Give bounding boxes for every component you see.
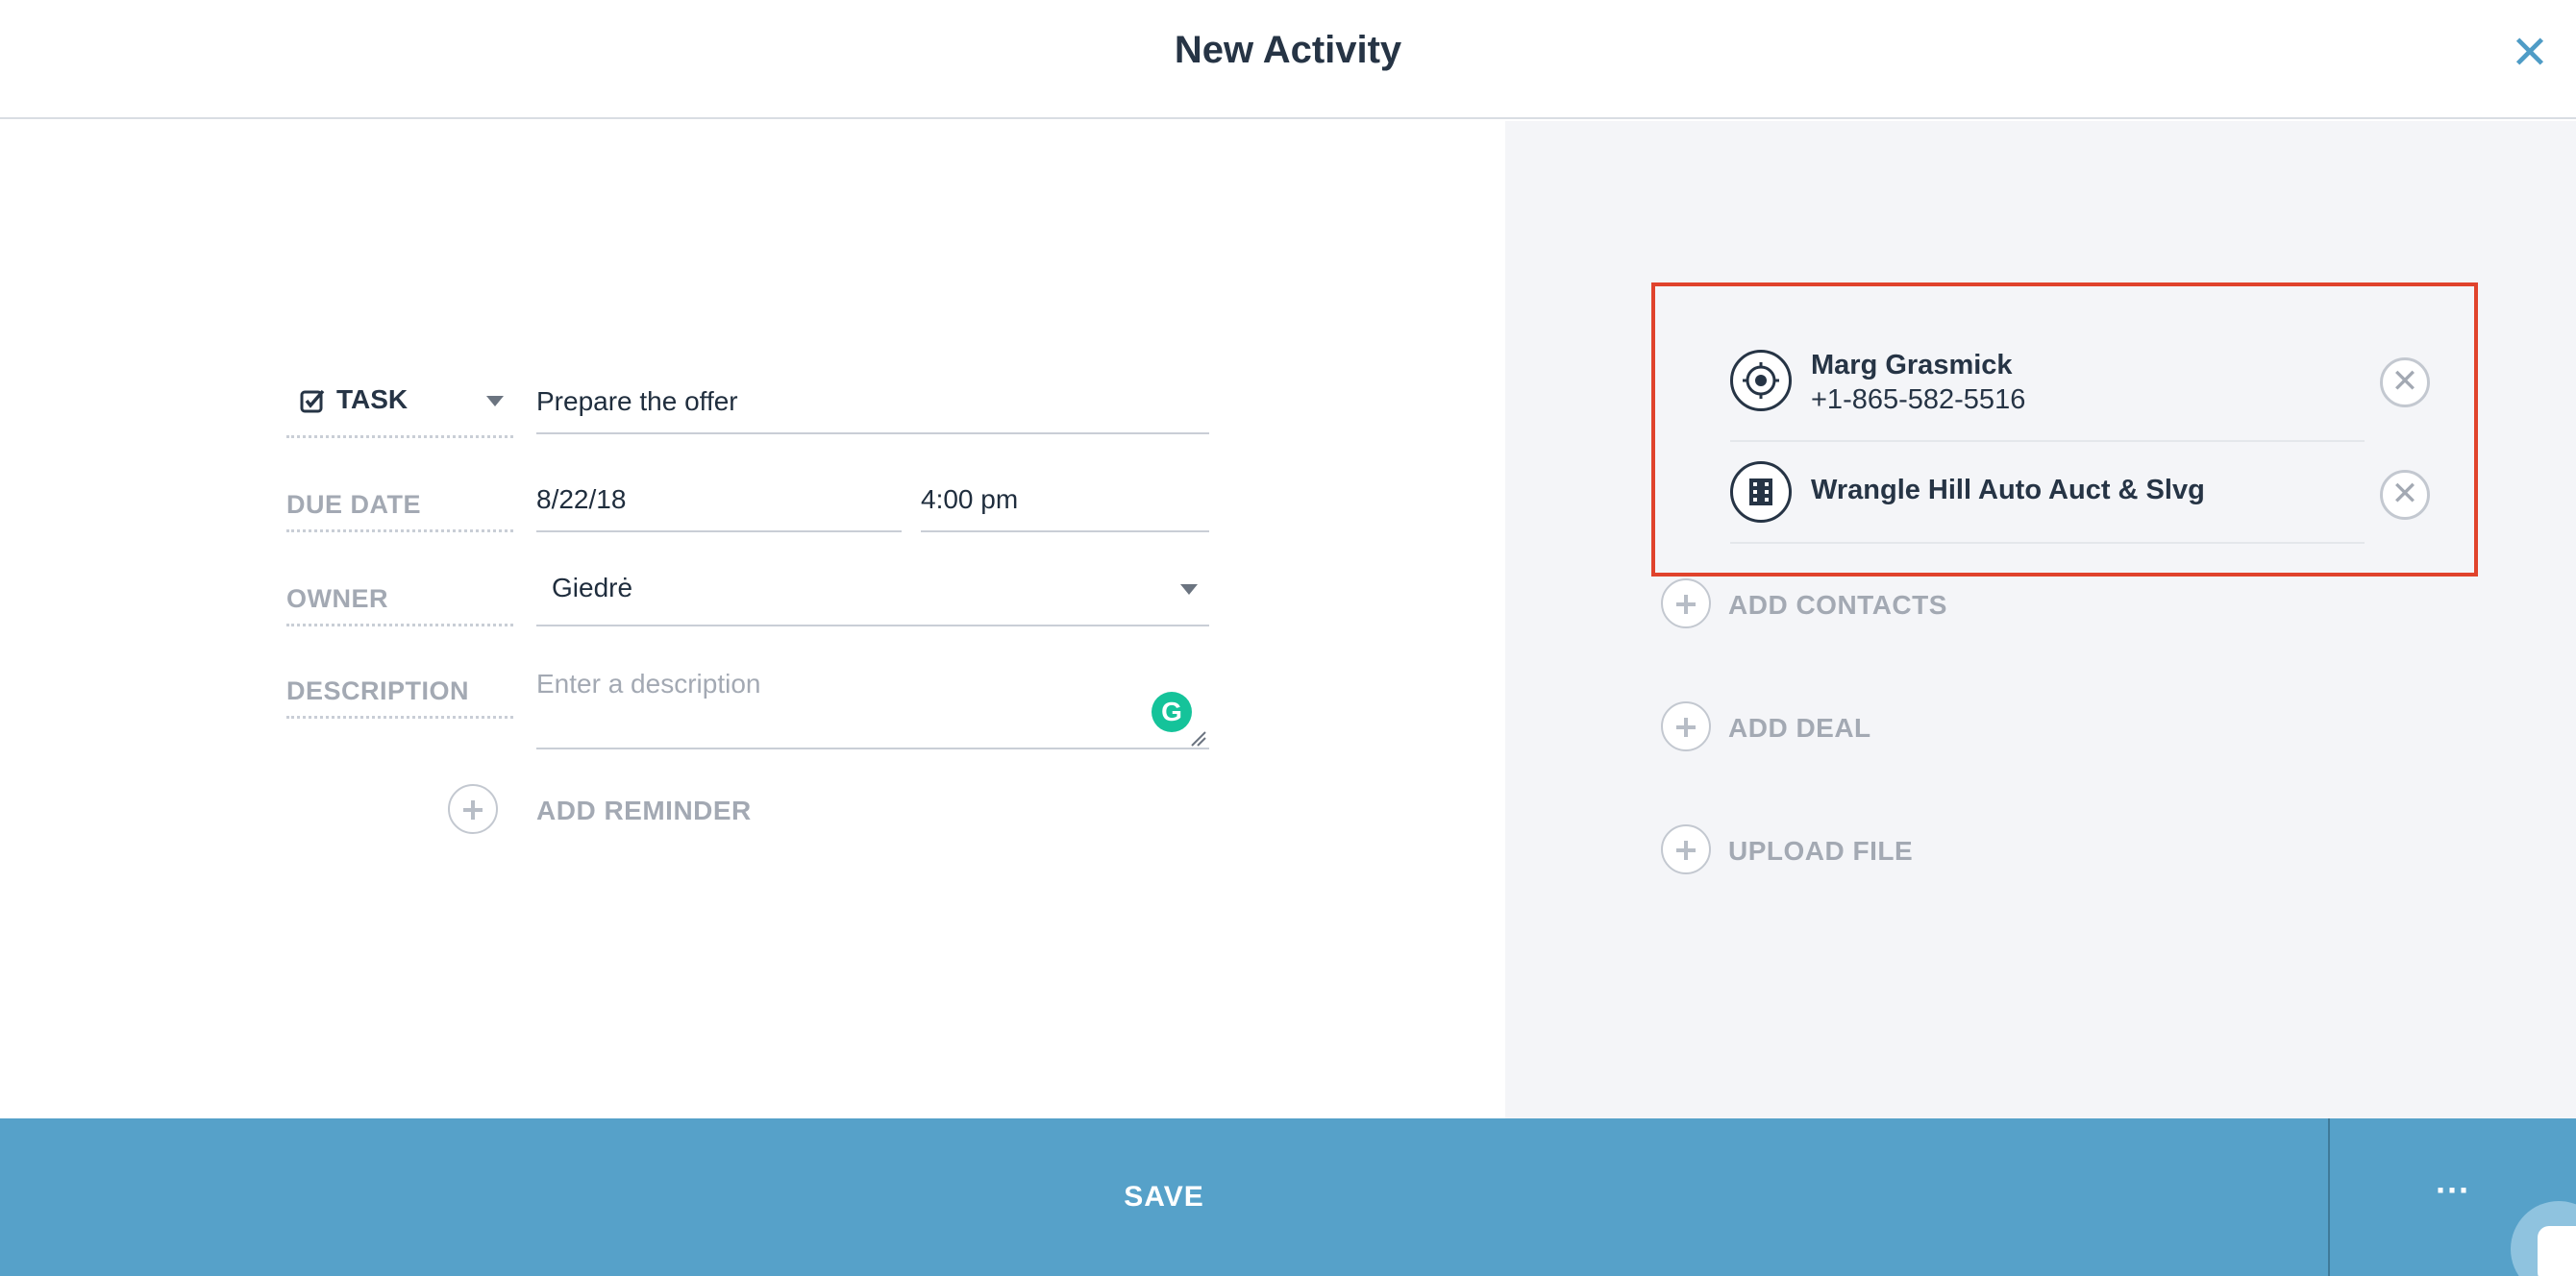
linked-contact[interactable]: Marg Grasmick +1-865-582-5516 [1730,348,2365,442]
target-icon [1730,350,1792,411]
linked-company[interactable]: Wrangle Hill Auto Auct & Slvg [1730,459,2365,544]
description-textarea[interactable]: Enter a description [536,661,1209,749]
owner-label: OWNER [286,584,388,613]
checkbox-checked-icon [300,389,325,413]
modal-footer: SAVE ··· [0,1118,2576,1276]
modal-title: New Activity [1174,29,1402,71]
save-button[interactable]: SAVE [0,1118,2328,1276]
add-reminder-button[interactable]: ADD REMINDER [536,796,752,826]
resize-handle-icon[interactable] [1188,728,1207,748]
due-date-label-row: DUE DATE [286,490,513,532]
upload-file-button[interactable]: UPLOAD FILE [1728,836,1913,867]
chevron-down-icon [486,396,504,406]
due-time-input[interactable]: 4:00 pm [921,475,1209,532]
activity-title-input[interactable]: Prepare the offer [536,377,1209,434]
add-deal-button[interactable]: ADD DEAL [1728,713,1871,744]
due-time-value: 4:00 pm [921,484,1019,514]
activity-type-label: TASK [336,384,409,414]
chevron-down-icon [1180,584,1198,595]
upload-file-plus-icon[interactable] [1661,824,1711,874]
add-reminder-plus-icon[interactable] [448,784,498,834]
activity-type-dropdown[interactable]: TASK [286,377,513,438]
due-date-value: 8/22/18 [536,484,627,514]
company-name: Wrangle Hill Auto Auct & Slvg [1811,475,2205,505]
owner-label-row: OWNER [286,584,513,626]
description-placeholder: Enter a description [536,669,761,699]
remove-company-button[interactable]: ✕ [2380,470,2430,520]
add-deal-plus-icon[interactable] [1661,701,1711,751]
add-contacts-plus-icon[interactable] [1661,578,1711,628]
owner-value: Giedrė [552,573,633,602]
due-date-input[interactable]: 8/22/18 [536,475,902,532]
chat-widget-inner [2538,1226,2576,1276]
modal-header: New Activity ✕ [0,0,2576,119]
grammarly-icon[interactable]: G [1152,692,1192,732]
close-icon[interactable]: ✕ [2509,29,2551,79]
building-icon [1730,461,1792,523]
owner-dropdown[interactable]: Giedrė [536,563,1209,626]
activity-title-value: Prepare the offer [536,386,738,416]
linked-items-panel [1505,121,2576,1118]
due-date-label: DUE DATE [286,490,422,519]
description-label: DESCRIPTION [286,676,470,705]
description-label-row: DESCRIPTION [286,676,513,719]
contact-phone: +1-865-582-5516 [1811,384,2026,415]
add-contacts-button[interactable]: ADD CONTACTS [1728,590,1947,621]
contact-name: Marg Grasmick [1811,350,2013,380]
remove-contact-button[interactable]: ✕ [2380,357,2430,407]
